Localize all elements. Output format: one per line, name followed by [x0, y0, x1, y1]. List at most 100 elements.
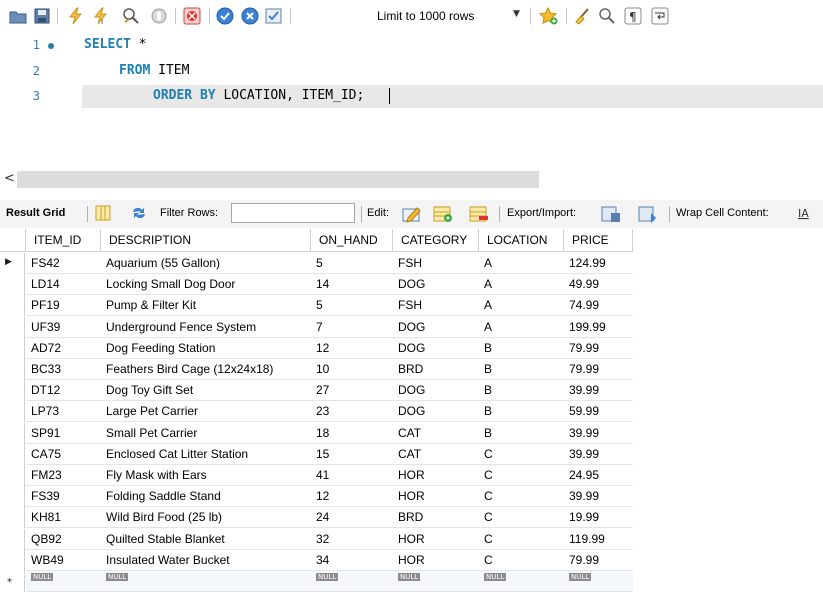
cell-price[interactable]: 39.99 [564, 423, 633, 444]
execute-current-icon[interactable]: I [90, 6, 112, 26]
new-row[interactable]: * NULL NULL NULL NULL NULL NULL [0, 571, 633, 592]
cell-price[interactable]: 59.99 [564, 401, 633, 423]
stop-icon[interactable] [149, 6, 169, 26]
row-selector[interactable] [0, 507, 25, 529]
limit-rows-select[interactable]: Limit to 1000 rows [377, 9, 474, 23]
cell-description[interactable]: Quilted Stable Blanket [101, 529, 311, 550]
scrollbar-thumb[interactable] [17, 171, 539, 188]
find-icon[interactable] [596, 6, 618, 26]
table-row[interactable]: FS39 Folding Saddle Stand 12 HOR C 39.99 [0, 486, 633, 508]
column-header-item-id[interactable]: ITEM_ID [26, 229, 101, 252]
row-selector[interactable] [0, 295, 25, 317]
cell-on-hand[interactable]: 18 [311, 423, 393, 444]
cell-item-id[interactable]: UF39 [26, 317, 101, 338]
cell-price[interactable]: 24.95 [564, 465, 633, 486]
cell-category[interactable]: DOG [393, 380, 479, 402]
open-folder-icon[interactable] [8, 6, 28, 26]
cell-description[interactable]: Dog Toy Gift Set [101, 380, 311, 402]
cell-description[interactable]: Underground Fence System [101, 317, 311, 338]
cell-location[interactable]: A [479, 274, 564, 296]
table-row[interactable]: WB49 Insulated Water Bucket 34 HOR C 79.99 [0, 549, 633, 571]
cell-location[interactable]: C [479, 529, 564, 550]
cell-on-hand[interactable]: 10 [311, 359, 393, 380]
cell-description[interactable]: NULL [101, 571, 311, 592]
cell-item-id[interactable]: SP91 [26, 423, 101, 444]
add-snippet-icon[interactable] [538, 6, 560, 26]
table-row[interactable]: PF19 Pump & Filter Kit 5 FSH A 74.99 [0, 295, 633, 317]
row-selector[interactable] [0, 528, 25, 550]
cell-category[interactable]: FSH [393, 295, 479, 317]
cell-item-id[interactable]: FS39 [26, 486, 101, 508]
cell-category[interactable]: BRD [393, 507, 479, 529]
invisible-chars-icon[interactable]: ¶ [623, 6, 643, 26]
cell-description[interactable]: Insulated Water Bucket [101, 550, 311, 571]
cell-item-id[interactable]: LD14 [26, 274, 101, 296]
cell-description[interactable]: Small Pet Carrier [101, 423, 311, 444]
cell-location[interactable]: C [479, 465, 564, 486]
export-icon[interactable] [601, 205, 621, 223]
cell-on-hand[interactable]: 14 [311, 274, 393, 296]
table-row[interactable]: AD72 Dog Feeding Station 12 DOG B 79.99 [0, 337, 633, 359]
cell-category[interactable]: CAT [393, 423, 479, 444]
cell-item-id[interactable]: AD72 [26, 338, 101, 359]
cell-item-id[interactable]: FM23 [26, 465, 101, 486]
cell-location[interactable]: A [479, 317, 564, 338]
cell-on-hand[interactable]: 12 [311, 486, 393, 508]
row-selector[interactable] [0, 443, 25, 465]
cell-item-id[interactable]: PF19 [26, 295, 101, 317]
row-selector[interactable] [0, 422, 25, 444]
cell-item-id[interactable]: WB49 [26, 550, 101, 571]
cell-price[interactable]: 79.99 [564, 359, 633, 380]
beautify-icon[interactable] [571, 6, 593, 26]
cell-on-hand[interactable]: 41 [311, 465, 393, 486]
cell-item-id[interactable]: QB92 [26, 529, 101, 550]
table-row[interactable]: LP73 Large Pet Carrier 23 DOG B 59.99 [0, 401, 633, 423]
cell-description[interactable]: Pump & Filter Kit [101, 295, 311, 317]
table-row[interactable]: SP91 Small Pet Carrier 18 CAT B 39.99 [0, 422, 633, 444]
editor-horizontal-scrollbar[interactable]: < [0, 170, 823, 189]
cell-price[interactable]: 74.99 [564, 295, 633, 317]
save-icon[interactable] [32, 6, 52, 26]
result-grid[interactable]: ITEM_ID DESCRIPTION ON_HAND CATEGORY LOC… [0, 229, 823, 602]
cell-on-hand[interactable]: 32 [311, 529, 393, 550]
cell-location[interactable]: B [479, 401, 564, 423]
result-grid-tab[interactable]: Result Grid [6, 207, 65, 219]
commit-icon[interactable] [215, 6, 235, 26]
autocommit-icon[interactable] [263, 6, 285, 26]
row-selector[interactable] [0, 380, 25, 402]
cell-on-hand[interactable]: 34 [311, 550, 393, 571]
cell-item-id[interactable]: DT12 [26, 380, 101, 402]
cell-description[interactable]: Enclosed Cat Litter Station [101, 444, 311, 465]
cell-category[interactable]: HOR [393, 529, 479, 550]
cell-price[interactable]: NULL [564, 571, 633, 592]
cell-category[interactable]: CAT [393, 444, 479, 465]
cell-item-id[interactable]: CA75 [26, 444, 101, 465]
delete-row-icon[interactable] [469, 205, 489, 223]
cell-on-hand[interactable]: 7 [311, 317, 393, 338]
scroll-left-icon[interactable]: < [4, 171, 15, 186]
table-row[interactable]: UF39 Underground Fence System 7 DOG A 199.99 [0, 316, 633, 338]
cell-location[interactable]: C [479, 507, 564, 529]
cell-description[interactable]: Large Pet Carrier [101, 401, 311, 423]
cell-category[interactable]: NULL [393, 571, 479, 592]
cell-location[interactable]: B [479, 380, 564, 402]
row-selector[interactable]: * [0, 571, 25, 592]
cell-category[interactable]: BRD [393, 359, 479, 380]
row-selector[interactable] [0, 316, 25, 338]
cell-category[interactable]: DOG [393, 338, 479, 359]
column-header-price[interactable]: PRICE [564, 229, 633, 252]
column-header-location[interactable]: LOCATION [479, 229, 564, 252]
sql-editor[interactable]: 1 2 3 SELECT * FROM ITEM ORDER BY LOCATI… [0, 31, 823, 166]
row-selector[interactable] [0, 359, 25, 380]
cell-price[interactable]: 39.99 [564, 444, 633, 465]
cell-price[interactable]: 19.99 [564, 507, 633, 529]
cell-on-hand[interactable]: 27 [311, 380, 393, 402]
row-selector[interactable] [0, 549, 25, 571]
cell-on-hand[interactable]: 23 [311, 401, 393, 423]
refresh-icon[interactable] [130, 205, 150, 223]
cell-item-id[interactable]: KH81 [26, 507, 101, 529]
cell-on-hand[interactable]: NULL [311, 571, 393, 592]
table-row[interactable]: BC33 Feathers Bird Cage (12x24x18) 10 BRD B 7… [0, 359, 633, 380]
cell-item-id[interactable]: BC33 [26, 359, 101, 380]
cell-category[interactable]: HOR [393, 550, 479, 571]
